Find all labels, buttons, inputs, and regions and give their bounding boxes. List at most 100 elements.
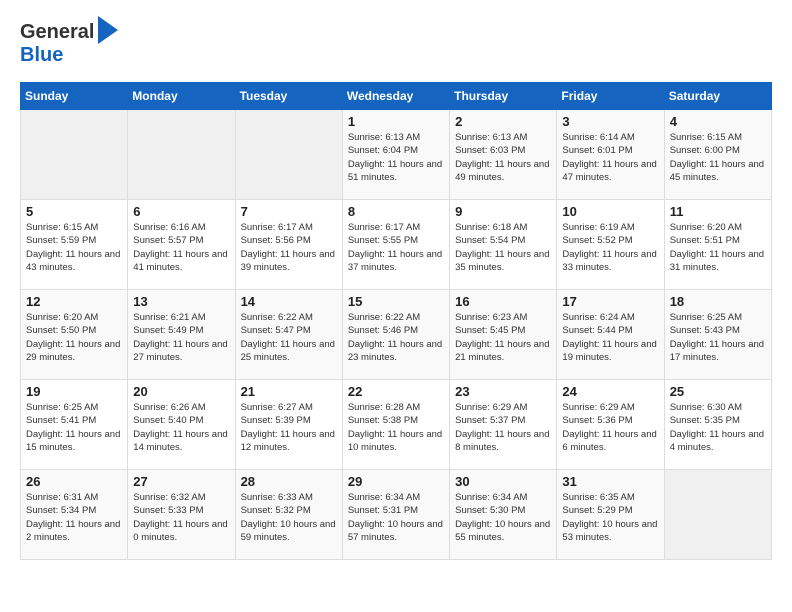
calendar-table: SundayMondayTuesdayWednesdayThursdayFrid… [20, 82, 772, 560]
day-number: 1 [348, 114, 444, 129]
calendar-cell: 3 Sunrise: 6:14 AM Sunset: 6:01 PM Daylig… [557, 110, 664, 200]
day-number: 28 [241, 474, 337, 489]
day-number: 5 [26, 204, 122, 219]
cell-info: Sunrise: 6:29 AM Sunset: 5:36 PM Dayligh… [562, 401, 658, 454]
calendar-week-row: 26 Sunrise: 6:31 AM Sunset: 5:34 PM Dayli… [21, 470, 772, 560]
calendar-cell: 7 Sunrise: 6:17 AM Sunset: 5:56 PM Daylig… [235, 200, 342, 290]
day-number: 31 [562, 474, 658, 489]
day-number: 17 [562, 294, 658, 309]
weekday-header-monday: Monday [128, 83, 235, 110]
cell-info: Sunrise: 6:29 AM Sunset: 5:37 PM Dayligh… [455, 401, 551, 454]
day-number: 10 [562, 204, 658, 219]
cell-info: Sunrise: 6:23 AM Sunset: 5:45 PM Dayligh… [455, 311, 551, 364]
calendar-week-row: 19 Sunrise: 6:25 AM Sunset: 5:41 PM Dayli… [21, 380, 772, 470]
cell-info: Sunrise: 6:34 AM Sunset: 5:30 PM Dayligh… [455, 491, 551, 544]
cell-info: Sunrise: 6:31 AM Sunset: 5:34 PM Dayligh… [26, 491, 122, 544]
calendar-cell: 18Sunrise: 6:25 AM Sunset: 5:43 PM Dayli… [664, 290, 771, 380]
day-number: 9 [455, 204, 551, 219]
weekday-header-wednesday: Wednesday [342, 83, 449, 110]
cell-info: Sunrise: 6:22 AM Sunset: 5:47 PM Dayligh… [241, 311, 337, 364]
cell-info: Sunrise: 6:27 AM Sunset: 5:39 PM Dayligh… [241, 401, 337, 454]
calendar-cell: 23Sunrise: 6:29 AM Sunset: 5:37 PM Dayli… [450, 380, 557, 470]
calendar-cell: 20Sunrise: 6:26 AM Sunset: 5:40 PM Dayli… [128, 380, 235, 470]
cell-info: Sunrise: 6:13 AM Sunset: 6:03 PM Dayligh… [455, 131, 551, 184]
calendar-cell: 13Sunrise: 6:21 AM Sunset: 5:49 PM Dayli… [128, 290, 235, 380]
calendar-cell: 19 Sunrise: 6:25 AM Sunset: 5:41 PM Dayli… [21, 380, 128, 470]
calendar-cell: 16Sunrise: 6:23 AM Sunset: 5:45 PM Dayli… [450, 290, 557, 380]
cell-info: Sunrise: 6:35 AM Sunset: 5:29 PM Dayligh… [562, 491, 658, 544]
calendar-cell: 27 Sunrise: 6:32 AM Sunset: 5:33 PM Dayli… [128, 470, 235, 560]
cell-info: Sunrise: 6:16 AM Sunset: 5:57 PM Dayligh… [133, 221, 229, 274]
calendar-cell: 26 Sunrise: 6:31 AM Sunset: 5:34 PM Dayli… [21, 470, 128, 560]
day-number: 22 [348, 384, 444, 399]
day-number: 21 [241, 384, 337, 399]
calendar-cell: 15 Sunrise: 6:22 AM Sunset: 5:46 PM Dayli… [342, 290, 449, 380]
weekday-header-friday: Friday [557, 83, 664, 110]
calendar-cell: 25Sunrise: 6:30 AM Sunset: 5:35 PM Dayli… [664, 380, 771, 470]
calendar-cell: 4 Sunrise: 6:15 AM Sunset: 6:00 PM Daylig… [664, 110, 771, 200]
cell-info: Sunrise: 6:32 AM Sunset: 5:33 PM Dayligh… [133, 491, 229, 544]
day-number: 26 [26, 474, 122, 489]
day-number: 6 [133, 204, 229, 219]
calendar-cell: 30Sunrise: 6:34 AM Sunset: 5:30 PM Dayli… [450, 470, 557, 560]
calendar-week-row: 1 Sunrise: 6:13 AM Sunset: 6:04 PM Daylig… [21, 110, 772, 200]
cell-info: Sunrise: 6:15 AM Sunset: 6:00 PM Dayligh… [670, 131, 766, 184]
cell-info: Sunrise: 6:20 AM Sunset: 5:51 PM Dayligh… [670, 221, 766, 274]
day-number: 2 [455, 114, 551, 129]
calendar-cell: 8Sunrise: 6:17 AM Sunset: 5:55 PM Daylig… [342, 200, 449, 290]
cell-info: Sunrise: 6:14 AM Sunset: 6:01 PM Dayligh… [562, 131, 658, 184]
logo: General Blue [20, 20, 118, 66]
calendar-cell: 22 Sunrise: 6:28 AM Sunset: 5:38 PM Dayli… [342, 380, 449, 470]
cell-info: Sunrise: 6:18 AM Sunset: 5:54 PM Dayligh… [455, 221, 551, 274]
cell-info: Sunrise: 6:30 AM Sunset: 5:35 PM Dayligh… [670, 401, 766, 454]
calendar-cell: 5 Sunrise: 6:15 AM Sunset: 5:59 PM Daylig… [21, 200, 128, 290]
day-number: 20 [133, 384, 229, 399]
cell-info: Sunrise: 6:28 AM Sunset: 5:38 PM Dayligh… [348, 401, 444, 454]
calendar-cell [664, 470, 771, 560]
cell-info: Sunrise: 6:25 AM Sunset: 5:43 PM Dayligh… [670, 311, 766, 364]
weekday-header-row: SundayMondayTuesdayWednesdayThursdayFrid… [21, 83, 772, 110]
day-number: 27 [133, 474, 229, 489]
calendar-cell: 11 Sunrise: 6:20 AM Sunset: 5:51 PM Dayli… [664, 200, 771, 290]
weekday-header-tuesday: Tuesday [235, 83, 342, 110]
calendar-cell [128, 110, 235, 200]
logo-arrow-icon [98, 16, 118, 44]
day-number: 24 [562, 384, 658, 399]
day-number: 19 [26, 384, 122, 399]
calendar-cell: 12Sunrise: 6:20 AM Sunset: 5:50 PM Dayli… [21, 290, 128, 380]
calendar-cell: 14Sunrise: 6:22 AM Sunset: 5:47 PM Dayli… [235, 290, 342, 380]
cell-info: Sunrise: 6:13 AM Sunset: 6:04 PM Dayligh… [348, 131, 444, 184]
day-number: 7 [241, 204, 337, 219]
cell-info: Sunrise: 6:25 AM Sunset: 5:41 PM Dayligh… [26, 401, 122, 454]
cell-info: Sunrise: 6:33 AM Sunset: 5:32 PM Dayligh… [241, 491, 337, 544]
calendar-week-row: 12Sunrise: 6:20 AM Sunset: 5:50 PM Dayli… [21, 290, 772, 380]
cell-info: Sunrise: 6:22 AM Sunset: 5:46 PM Dayligh… [348, 311, 444, 364]
cell-info: Sunrise: 6:17 AM Sunset: 5:55 PM Dayligh… [348, 221, 444, 274]
calendar-cell: 24 Sunrise: 6:29 AM Sunset: 5:36 PM Dayli… [557, 380, 664, 470]
cell-info: Sunrise: 6:19 AM Sunset: 5:52 PM Dayligh… [562, 221, 658, 274]
weekday-header-saturday: Saturday [664, 83, 771, 110]
day-number: 13 [133, 294, 229, 309]
calendar-cell: 9 Sunrise: 6:18 AM Sunset: 5:54 PM Daylig… [450, 200, 557, 290]
day-number: 15 [348, 294, 444, 309]
cell-info: Sunrise: 6:17 AM Sunset: 5:56 PM Dayligh… [241, 221, 337, 274]
day-number: 3 [562, 114, 658, 129]
day-number: 11 [670, 204, 766, 219]
weekday-header-sunday: Sunday [21, 83, 128, 110]
calendar-cell: 17 Sunrise: 6:24 AM Sunset: 5:44 PM Dayli… [557, 290, 664, 380]
logo-text: General [20, 21, 94, 43]
day-number: 29 [348, 474, 444, 489]
calendar-cell [235, 110, 342, 200]
calendar-cell: 6 Sunrise: 6:16 AM Sunset: 5:57 PM Daylig… [128, 200, 235, 290]
weekday-header-thursday: Thursday [450, 83, 557, 110]
calendar-cell: 10 Sunrise: 6:19 AM Sunset: 5:52 PM Dayli… [557, 200, 664, 290]
calendar-cell: 1 Sunrise: 6:13 AM Sunset: 6:04 PM Daylig… [342, 110, 449, 200]
cell-info: Sunrise: 6:15 AM Sunset: 5:59 PM Dayligh… [26, 221, 122, 274]
calendar-cell: 28 Sunrise: 6:33 AM Sunset: 5:32 PM Dayli… [235, 470, 342, 560]
day-number: 4 [670, 114, 766, 129]
calendar-cell: 29 Sunrise: 6:34 AM Sunset: 5:31 PM Dayli… [342, 470, 449, 560]
cell-info: Sunrise: 6:34 AM Sunset: 5:31 PM Dayligh… [348, 491, 444, 544]
logo-blue-text: Blue [20, 44, 118, 66]
cell-info: Sunrise: 6:20 AM Sunset: 5:50 PM Dayligh… [26, 311, 122, 364]
cell-info: Sunrise: 6:24 AM Sunset: 5:44 PM Dayligh… [562, 311, 658, 364]
